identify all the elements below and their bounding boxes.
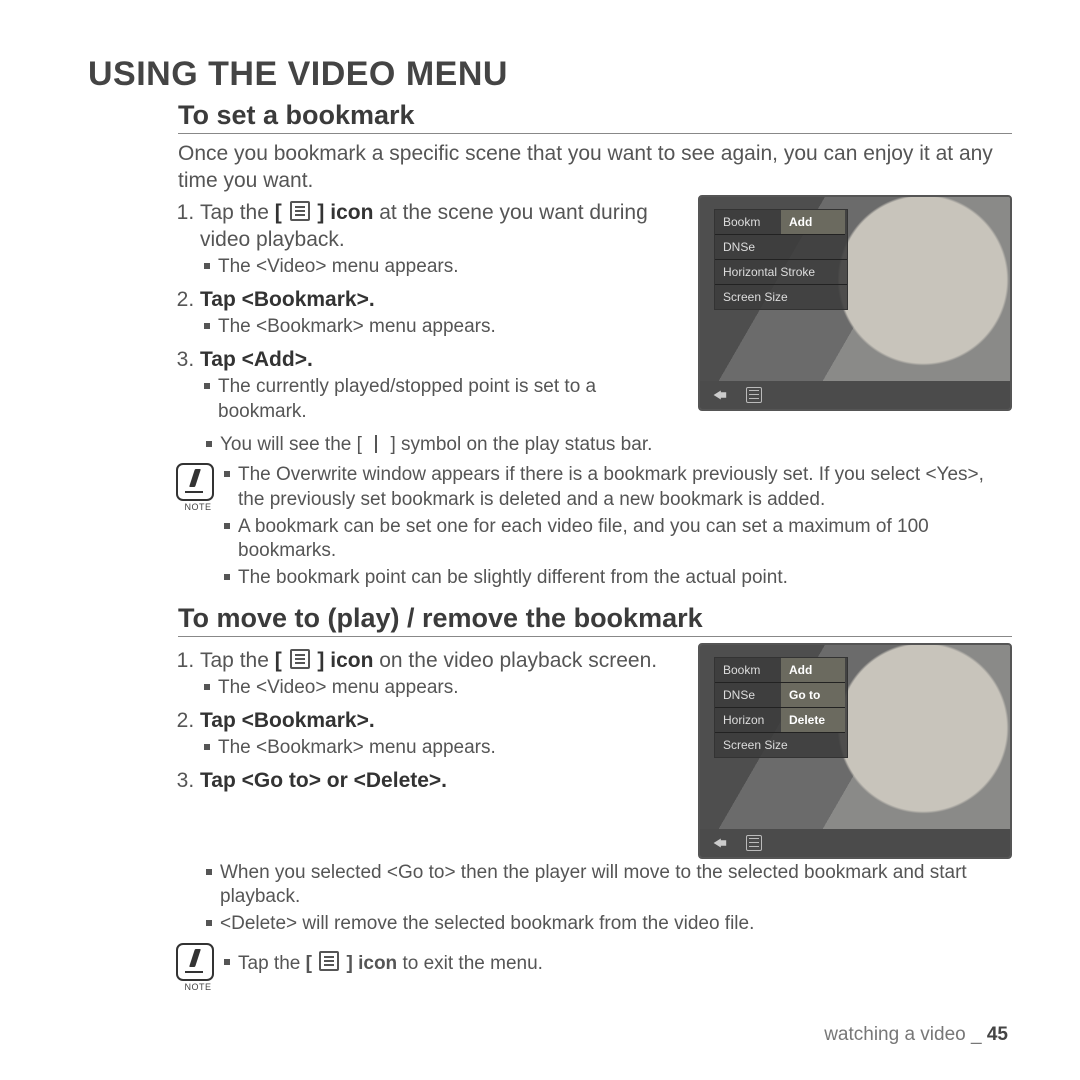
section1-intro: Once you bookmark a specific scene that … (88, 140, 1012, 195)
substep: The <Bookmark> menu appears. (204, 315, 686, 340)
step: Tap the [ ] icon on the video playback s… (200, 647, 686, 701)
divider (178, 636, 1012, 637)
step: Tap <Bookmark>. The <Bookmark> menu appe… (200, 707, 686, 761)
bookmark-bar-icon (367, 435, 385, 453)
figure-toolbar (700, 829, 1010, 857)
popup-menu: BookmAdd DNSeGo to HorizonDelete Screen … (714, 657, 848, 758)
substep: The <Video> menu appears. (204, 255, 686, 280)
page-footer: watching a video _ 45 (824, 1024, 1008, 1046)
divider (178, 133, 1012, 134)
figure-toolbar (700, 381, 1010, 409)
note-label: NOTE (184, 982, 211, 992)
note-block: NOTE The Overwrite window appears if the… (176, 463, 1012, 592)
menu-icon (746, 835, 762, 851)
note-item: The bookmark point can be slightly diffe… (224, 566, 1012, 591)
substep: The <Video> menu appears. (204, 676, 686, 701)
note-item: The Overwrite window appears if there is… (224, 463, 1012, 512)
section1-heading: To set a bookmark (88, 100, 1012, 131)
substep: The currently played/stopped point is se… (204, 375, 686, 424)
note-icon (176, 943, 214, 981)
step: Tap the [ ] icon at the scene you want d… (200, 199, 686, 280)
substep: <Delete> will remove the selected bookma… (206, 912, 1012, 937)
note-label: NOTE (184, 502, 211, 512)
section2-steps: Tap the [ ] icon on the video playback s… (178, 647, 686, 794)
note-block: NOTE Tap the [ ] icon to exit the menu. (176, 943, 1012, 992)
back-icon (710, 836, 728, 850)
substep: You will see the [ ] symbol on the play … (206, 433, 1012, 458)
page-title: USING THE VIDEO MENU (88, 55, 1012, 94)
step: Tap <Bookmark>. The <Bookmark> menu appe… (200, 286, 686, 340)
menu-icon (319, 951, 339, 971)
popup-menu: BookmAdd DNSe Horizontal Stroke Screen S… (714, 209, 848, 310)
note-item: Tap the [ ] icon to exit the menu. (224, 951, 543, 977)
substep: When you selected <Go to> then the playe… (206, 861, 1012, 910)
menu-icon (290, 201, 310, 221)
step: Tap <Go to> or <Delete>. (200, 767, 686, 794)
substep: The <Bookmark> menu appears. (204, 736, 686, 761)
note-item: A bookmark can be set one for each video… (224, 515, 1012, 564)
back-icon (710, 388, 728, 402)
menu-icon (746, 387, 762, 403)
menu-icon (290, 649, 310, 669)
step: Tap <Add>. The currently played/stopped … (200, 346, 686, 425)
figure-bookmark-options: BookmAdd DNSeGo to HorizonDelete Screen … (698, 643, 1012, 859)
note-icon (176, 463, 214, 501)
section1-steps: Tap the [ ] icon at the scene you want d… (178, 199, 686, 425)
section2-heading: To move to (play) / remove the bookmark (88, 603, 1012, 634)
figure-bookmark-add: BookmAdd DNSe Horizontal Stroke Screen S… (698, 195, 1012, 411)
